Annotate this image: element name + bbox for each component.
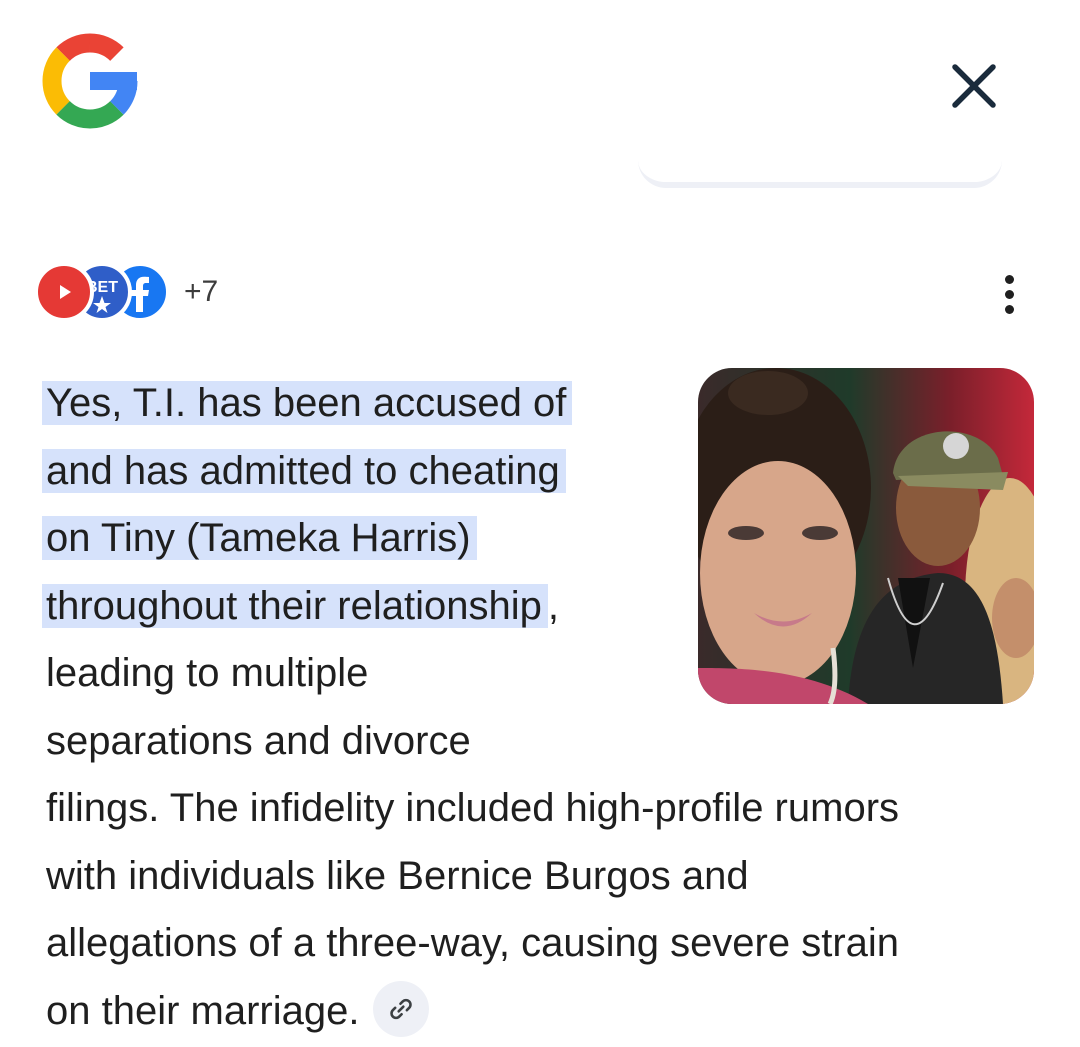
highlighted-text[interactable]: and has admitted to cheating — [42, 448, 566, 493]
answer-text: with individuals like Bernice Burgos and — [46, 853, 749, 898]
more-vertical-icon — [1004, 274, 1014, 284]
more-options-button[interactable] — [986, 268, 1032, 320]
answer-text: allegations of a three-way, causing seve… — [46, 921, 900, 965]
highlighted-text[interactable]: Yes, T.I. has been accused of — [42, 381, 573, 425]
youtube-icon — [34, 262, 94, 322]
answer-text: on their marriage. — [46, 988, 360, 1033]
highlighted-text[interactable]: on Tiny (Tameka Harris) — [42, 516, 477, 560]
link-icon — [390, 998, 413, 1020]
answer-paragraph-top: Yes, T.I. has been accused of and has ad… — [42, 370, 646, 775]
google-g-icon[interactable] — [42, 33, 138, 129]
highlighted-text[interactable]: throughout their relationship — [42, 583, 548, 628]
close-button[interactable] — [944, 56, 1004, 116]
answer-text: , — [547, 583, 560, 628]
panel-divider — [638, 160, 1002, 188]
answer-paragraph-bottom: filings. The infidelity included high-pr… — [46, 775, 1046, 1045]
answer-text: leading to multiple — [46, 651, 369, 695]
answer-text: separations and divorce — [46, 718, 471, 763]
answer-image[interactable] — [698, 368, 1034, 704]
answer-text: filings. The infidelity included high-pr… — [46, 786, 900, 830]
sources-more-count: +7 — [184, 275, 219, 308]
close-icon — [952, 64, 996, 108]
sources-stack[interactable]: BET +7 — [34, 262, 218, 322]
source-link-button[interactable] — [373, 980, 430, 1037]
